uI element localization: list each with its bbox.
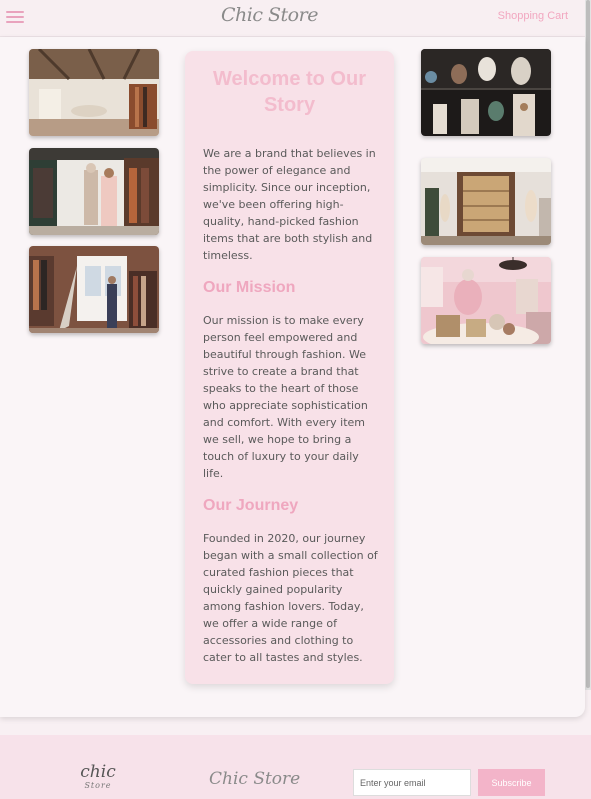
our-story-panel: Welcome to Our Story We are a brand that… (185, 51, 394, 684)
mission-text: Our mission is to make every person feel… (203, 314, 368, 480)
store-photo-display-cabinet (421, 158, 551, 245)
shopping-cart-link[interactable]: Shopping Cart (498, 10, 568, 22)
journey-text: Founded in 2020, our journey began with … (203, 532, 378, 664)
scrollbar-thumb[interactable] (586, 0, 590, 688)
store-photo-pink-boutique (421, 257, 551, 344)
mission-heading: Our Mission (203, 279, 296, 296)
footer-logo[interactable]: chic Store (62, 763, 134, 790)
story-title: Welcome to Our Story (213, 68, 366, 116)
footer-logo-sub: Store (84, 781, 112, 790)
store-photo-boutique-interior (29, 49, 159, 136)
journey-heading: Our Journey (203, 497, 299, 514)
newsletter-email-input[interactable] (353, 769, 471, 796)
top-nav-bar: Chic Store Shopping Cart (0, 0, 585, 37)
store-photo-jewelry-display (421, 49, 551, 136)
site-footer: chic Store Chic Store Subscribe (0, 735, 591, 799)
footer-brand-name: Chic Store (209, 769, 301, 789)
brand-logo[interactable]: Chic Store (221, 4, 318, 26)
story-intro-text: We are a brand that believes in the powe… (203, 147, 376, 262)
store-photo-shop-window (29, 246, 159, 333)
hamburger-menu-icon[interactable] (6, 11, 24, 23)
footer-logo-main: chic (80, 762, 116, 782)
store-photo-clothing-racks (29, 148, 159, 235)
subscribe-button[interactable]: Subscribe (478, 769, 545, 796)
page-scrollbar[interactable] (585, 0, 591, 690)
